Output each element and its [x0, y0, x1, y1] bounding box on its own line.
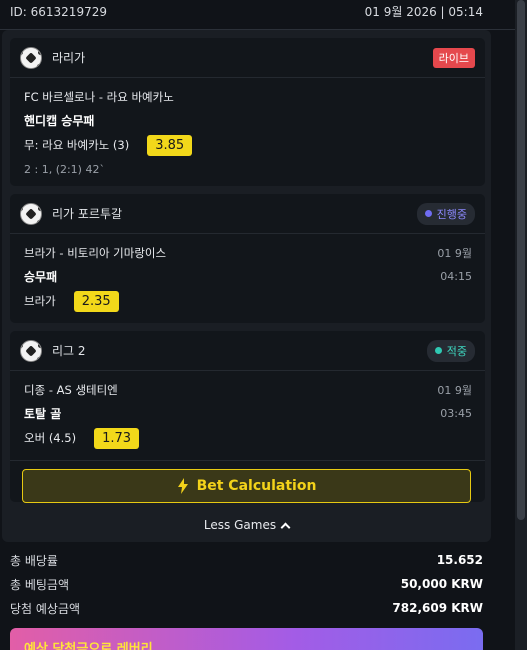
lightning-icon — [177, 478, 188, 494]
odd-value: 1.73 — [94, 427, 140, 449]
scrollbar[interactable] — [515, 0, 527, 650]
card-body: FC 바르셀로나 - 라요 바예카노 핸디캡 승무패 무: 라요 바예카노 (3… — [10, 78, 485, 186]
card-header: 라리가 라이브 — [10, 38, 485, 78]
summary-label: 당첨 예상금액 — [10, 601, 81, 616]
match-name: FC 바르셀로나 - 라요 바예카노 — [24, 90, 174, 104]
promo-text: 예상 당첨금으로 레버리 — [24, 642, 153, 650]
card-header: 리가 포르투갈 진행중 — [10, 194, 485, 234]
card-body: 브라가 - 비토리아 기마랑이스 01 9월 승무패 04:15 브라가 2.3… — [10, 234, 485, 322]
betslip-panel: 라리가 라이브 FC 바르셀로나 - 라요 바예카노 핸디캡 승무패 무: 라요… — [2, 30, 491, 542]
bet-calculation-label: Bet Calculation — [196, 478, 317, 494]
promo-banner[interactable]: 예상 당첨금으로 레버리 — [10, 628, 483, 650]
status-badge: 적중 — [426, 339, 475, 362]
league-name: 라리가 — [52, 51, 86, 65]
status-dot-icon — [424, 210, 432, 217]
summary-row-total-odds: 총 배당률 15.652 — [10, 548, 483, 572]
card-header: 리그 2 적중 — [10, 331, 485, 371]
odd-value: 3.85 — [147, 134, 193, 156]
less-games-toggle[interactable]: Less Games — [2, 518, 491, 533]
match-name: 디종 - AS 생테티엔 — [24, 383, 118, 397]
live-badge: 라이브 — [432, 47, 475, 68]
status-badge: 진행중 — [416, 202, 475, 225]
bet-card: 라리가 라이브 FC 바르셀로나 - 라요 바예카노 핸디캡 승무패 무: 라요… — [10, 38, 485, 186]
odd-value: 2.35 — [73, 290, 119, 312]
less-games-label: Less Games — [203, 518, 277, 532]
market-name: 승무패 — [24, 269, 58, 284]
summary-label: 총 배당률 — [10, 553, 58, 568]
current-datetime: 01 9월 2026 | 05:14 — [364, 5, 483, 19]
match-time: 03:45 — [440, 406, 472, 420]
top-bar: ID: 6613219729 01 9월 2026 | 05:14 — [0, 0, 515, 30]
summary-row-total-stake: 총 베팅금액 50,000 KRW — [10, 572, 483, 596]
bet-summary: 총 배당률 15.652 총 베팅금액 50,000 KRW 당첨 예상금액 7… — [10, 548, 483, 620]
market-name: 토탈 골 — [24, 406, 62, 421]
soccer-ball-icon — [20, 46, 42, 69]
bet-calculation-area: Bet Calculation — [10, 460, 485, 503]
soccer-ball-icon — [20, 339, 42, 362]
chevron-up-icon — [280, 522, 291, 533]
summary-label: 총 베팅금액 — [10, 577, 70, 592]
card-body: 디종 - AS 생테티엔 01 9월 토탈 골 03:45 오버 (4.5) 1… — [10, 371, 485, 459]
pick-label: 무: 라요 바예카노 (3) — [24, 138, 130, 152]
pick-label: 브라가 — [24, 294, 56, 308]
bet-calculation-button[interactable]: Bet Calculation — [22, 469, 471, 503]
user-id: ID: 6613219729 — [10, 4, 107, 19]
pick-label: 오버 (4.5) — [24, 431, 77, 445]
match-name: 브라가 - 비토리아 기마랑이스 — [24, 246, 167, 260]
summary-value: 50,000 KRW — [400, 577, 483, 591]
market-name: 핸디캡 승무패 — [24, 113, 95, 128]
live-score: 2 : 1, (2:1) 42` — [24, 162, 105, 176]
summary-value: 15.652 — [436, 553, 483, 567]
summary-row-expected-win: 당첨 예상금액 782,609 KRW — [10, 596, 483, 620]
status-dot-icon — [434, 347, 442, 354]
bet-card: 리가 포르투갈 진행중 브라가 - 비토리아 기마랑이스 01 9월 승무패 0… — [10, 194, 485, 323]
league-name: 리그 2 — [52, 344, 86, 358]
league-name: 리가 포르투갈 — [52, 207, 123, 221]
soccer-ball-icon — [20, 202, 42, 225]
scrollbar-thumb[interactable] — [517, 0, 525, 520]
match-date: 01 9월 — [437, 247, 472, 260]
status-label: 진행중 — [436, 207, 467, 221]
bet-card: 리그 2 적중 디종 - AS 생테티엔 01 9월 토탈 골 03:45 오버… — [10, 331, 485, 460]
status-label: 적중 — [446, 344, 467, 358]
match-date: 01 9월 — [437, 384, 472, 397]
summary-value: 782,609 KRW — [392, 601, 483, 615]
match-time: 04:15 — [440, 269, 472, 283]
